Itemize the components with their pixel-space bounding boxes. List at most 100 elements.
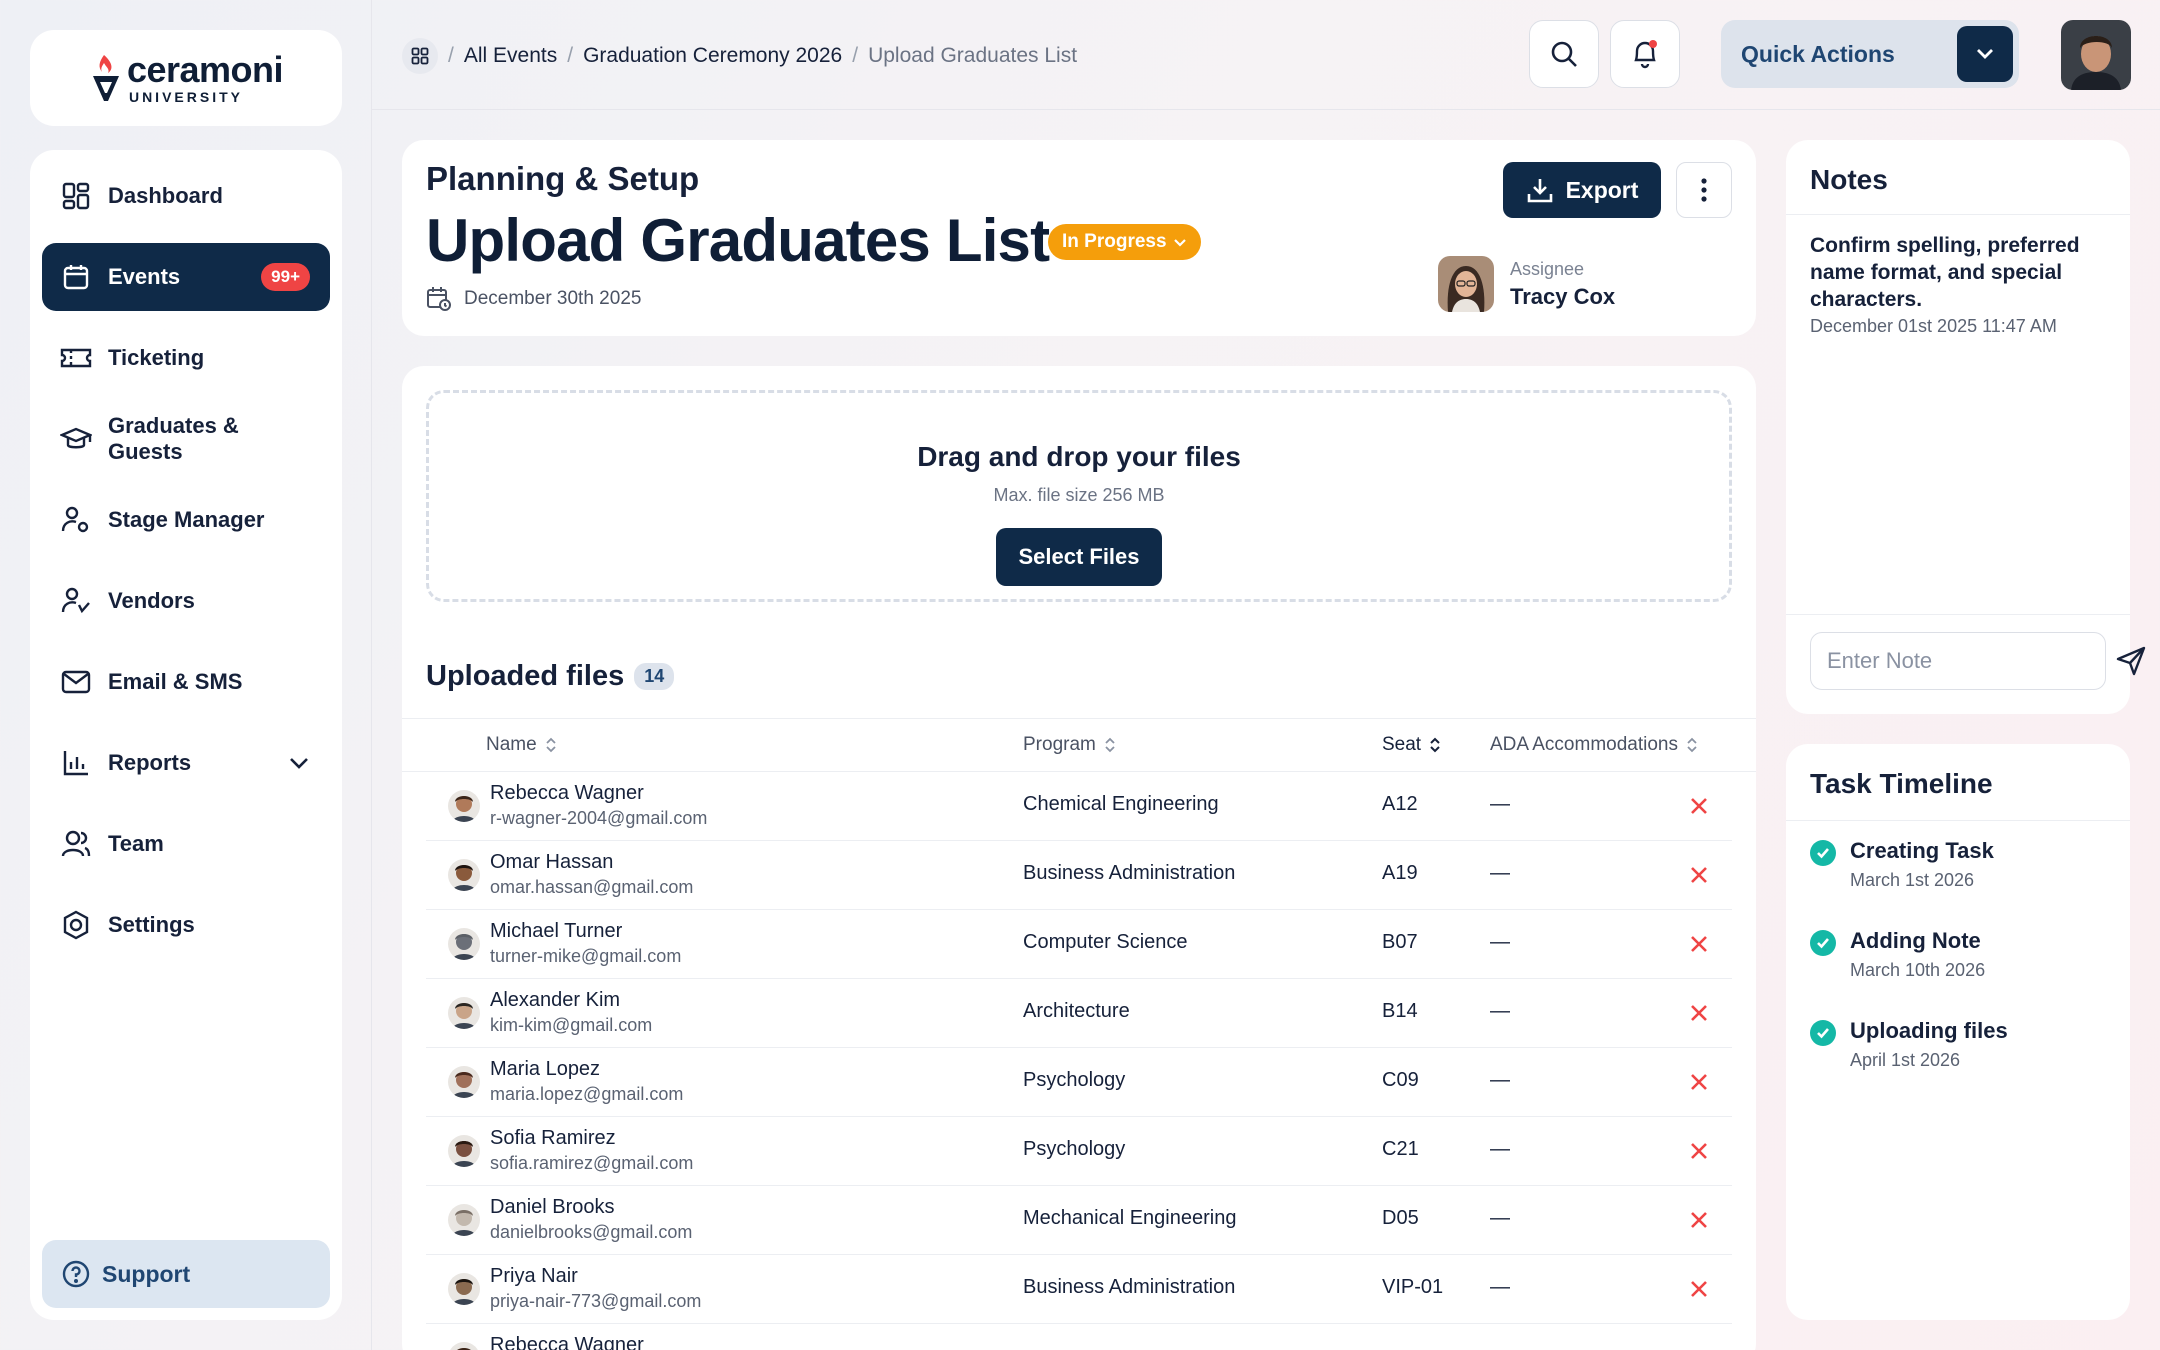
notifications-button[interactable]	[1610, 20, 1680, 88]
check-circle-icon	[1810, 840, 1836, 866]
dashboard-icon	[60, 180, 92, 212]
graduate-seat: VIP-01	[1382, 1276, 1444, 1298]
support-button[interactable]: Support	[42, 1240, 330, 1308]
column-name[interactable]: Name	[486, 734, 557, 756]
chevron-down-icon[interactable]	[1957, 26, 2013, 82]
dropzone-title: Drag and drop your files	[917, 441, 1241, 472]
remove-icon[interactable]	[1689, 1210, 1709, 1230]
file-dropzone[interactable]: Drag and drop your files Max. file size …	[426, 390, 1732, 602]
graduate-seat: D05	[1382, 1207, 1419, 1229]
remove-icon[interactable]	[1689, 865, 1709, 885]
search-icon	[1549, 39, 1579, 69]
select-files-button[interactable]: Select Files	[996, 528, 1162, 586]
send-icon[interactable]	[2115, 645, 2147, 677]
check-circle-icon	[1810, 1020, 1836, 1046]
notes-card: Notes Confirm spelling, preferred name f…	[1786, 140, 2146, 714]
sidebar-item-team[interactable]: Team	[42, 810, 330, 878]
assignee[interactable]: Assignee Tracy Cox	[1438, 256, 1615, 312]
more-options-button[interactable]	[1676, 162, 1732, 218]
sidebar-item-settings[interactable]: Settings	[42, 891, 330, 959]
sidebar-item-label: Team	[108, 831, 164, 856]
sidebar-item-label: Email & SMS	[108, 669, 243, 694]
logo: ceramoni UNIVERSITY	[89, 49, 284, 105]
note-date: December 01st 2025 11:47 AM	[1810, 316, 2057, 336]
brand-name: ceramoni	[126, 49, 284, 90]
quick-actions-dropdown[interactable]: Quick Actions	[1721, 20, 2019, 88]
remove-icon[interactable]	[1689, 934, 1709, 954]
sidebar-item-ticketing[interactable]: Ticketing	[42, 324, 330, 392]
uploaded-files-count: 14	[634, 663, 675, 690]
task-date-text: December 30th 2025	[464, 288, 642, 309]
table-row[interactable]: Priya Nair priya-nair-773@gmail.com Busine…	[426, 1255, 1732, 1324]
nav-card: Dashboard Events 99+ Ticketing Graduates…	[30, 150, 342, 1320]
sidebar-item-reports[interactable]: Reports	[42, 729, 330, 797]
timeline-item-date: March 10th 2026	[1850, 960, 1986, 980]
assignee-label: Assignee	[1510, 258, 1585, 279]
sidebar-item-label: Dashboard	[108, 183, 223, 208]
table-row[interactable]: Maria Lopez maria.lopez@gmail.com Psycholo…	[426, 1048, 1732, 1117]
column-ada[interactable]: ADA Accommodations	[1490, 734, 1698, 756]
user-avatar[interactable]	[2061, 20, 2131, 90]
graduate-ada: —	[1490, 1276, 1510, 1298]
note-input-field[interactable]	[1810, 632, 2146, 690]
table-row[interactable]: Daniel Brooks danielbrooks@gmail.com Mecha…	[426, 1186, 1732, 1255]
graduate-program: Psychology	[1023, 1069, 1126, 1091]
breadcrumb-all-events[interactable]: All Events	[464, 44, 557, 68]
sidebar-item-email-sms[interactable]: Email & SMS	[42, 648, 330, 716]
breadcrumb-event[interactable]: Graduation Ceremony 2026	[583, 44, 842, 68]
graduate-program: Business Administration	[1023, 1276, 1236, 1298]
graduate-ada: —	[1490, 1069, 1510, 1091]
note-input[interactable]	[1827, 648, 2115, 674]
graduate-name: Daniel Brooks	[490, 1196, 615, 1218]
timeline-item: Uploading files April 1st 2026	[1810, 1018, 2008, 1071]
graduate-avatar	[448, 1066, 480, 1098]
sidebar-item-stage-manager[interactable]: Stage Manager	[42, 486, 330, 554]
remove-icon[interactable]	[1689, 1279, 1709, 1299]
remove-icon[interactable]	[1689, 796, 1709, 816]
search-button[interactable]	[1529, 20, 1599, 88]
export-label: Export	[1565, 176, 1639, 203]
calendar-clock-icon	[426, 286, 452, 312]
graduate-avatar	[448, 790, 480, 822]
graduate-program: Business Administration	[1023, 862, 1236, 884]
remove-icon[interactable]	[1689, 1141, 1709, 1161]
sidebar-item-dashboard[interactable]: Dashboard	[42, 162, 330, 230]
table-row[interactable]: Sofia Ramirez sofia.ramirez@gmail.com Psyc…	[426, 1117, 1732, 1186]
vendor-icon	[60, 585, 92, 617]
assignee-name: Tracy Cox	[1510, 283, 1616, 309]
table-header: Name Program Seat ADA Accommodations	[402, 718, 1756, 772]
export-button[interactable]: Export	[1503, 162, 1661, 218]
graduate-program: Architecture	[1023, 1000, 1130, 1022]
column-program[interactable]: Program	[1023, 734, 1116, 756]
remove-icon[interactable]	[1689, 1003, 1709, 1023]
brand-sub: UNIVERSITY	[128, 89, 243, 105]
graduate-avatar	[448, 1204, 480, 1236]
apps-icon[interactable]	[402, 38, 438, 74]
graduate-avatar	[448, 1342, 480, 1350]
logo-card[interactable]: ceramoni UNIVERSITY	[30, 30, 342, 126]
graduate-email: sofia.ramirez@gmail.com	[490, 1153, 694, 1173]
table-row[interactable]: Omar Hassan omar.hassan@gmail.com Business…	[426, 841, 1732, 910]
graduate-program: Chemical Engineering	[1023, 793, 1219, 815]
sort-icon	[1429, 736, 1441, 754]
download-icon	[1526, 176, 1554, 204]
more-vertical-icon	[1701, 178, 1707, 202]
sidebar-item-graduates-guests[interactable]: Graduates & Guests	[42, 405, 330, 473]
graduate-name: Michael Turner	[490, 920, 623, 942]
status-badge[interactable]: In Progress	[1048, 224, 1201, 260]
column-seat[interactable]: Seat	[1382, 734, 1441, 756]
sidebar-item-events[interactable]: Events 99+	[42, 243, 330, 311]
table-row[interactable]: Rebecca Wagner	[426, 1324, 1732, 1350]
table-row[interactable]: Alexander Kim kim-kim@gmail.com Architectu…	[426, 979, 1732, 1048]
graduate-ada: —	[1490, 793, 1510, 815]
graduate-name: Sofia Ramirez	[490, 1127, 616, 1149]
chevron-down-icon[interactable]	[288, 756, 310, 770]
table-row[interactable]: Michael Turner turner-mike@gmail.com Compu…	[426, 910, 1732, 979]
sidebar-item-vendors[interactable]: Vendors	[42, 567, 330, 635]
uploaded-files-table: Name Program Seat ADA Accommodations Reb…	[402, 718, 1756, 1350]
table-row[interactable]: Rebecca Wagner r-wagner-2004@gmail.com Che…	[426, 772, 1732, 841]
torch-icon	[92, 55, 119, 101]
graduate-seat: C21	[1382, 1138, 1419, 1160]
bell-icon	[1630, 38, 1660, 70]
remove-icon[interactable]	[1689, 1072, 1709, 1092]
